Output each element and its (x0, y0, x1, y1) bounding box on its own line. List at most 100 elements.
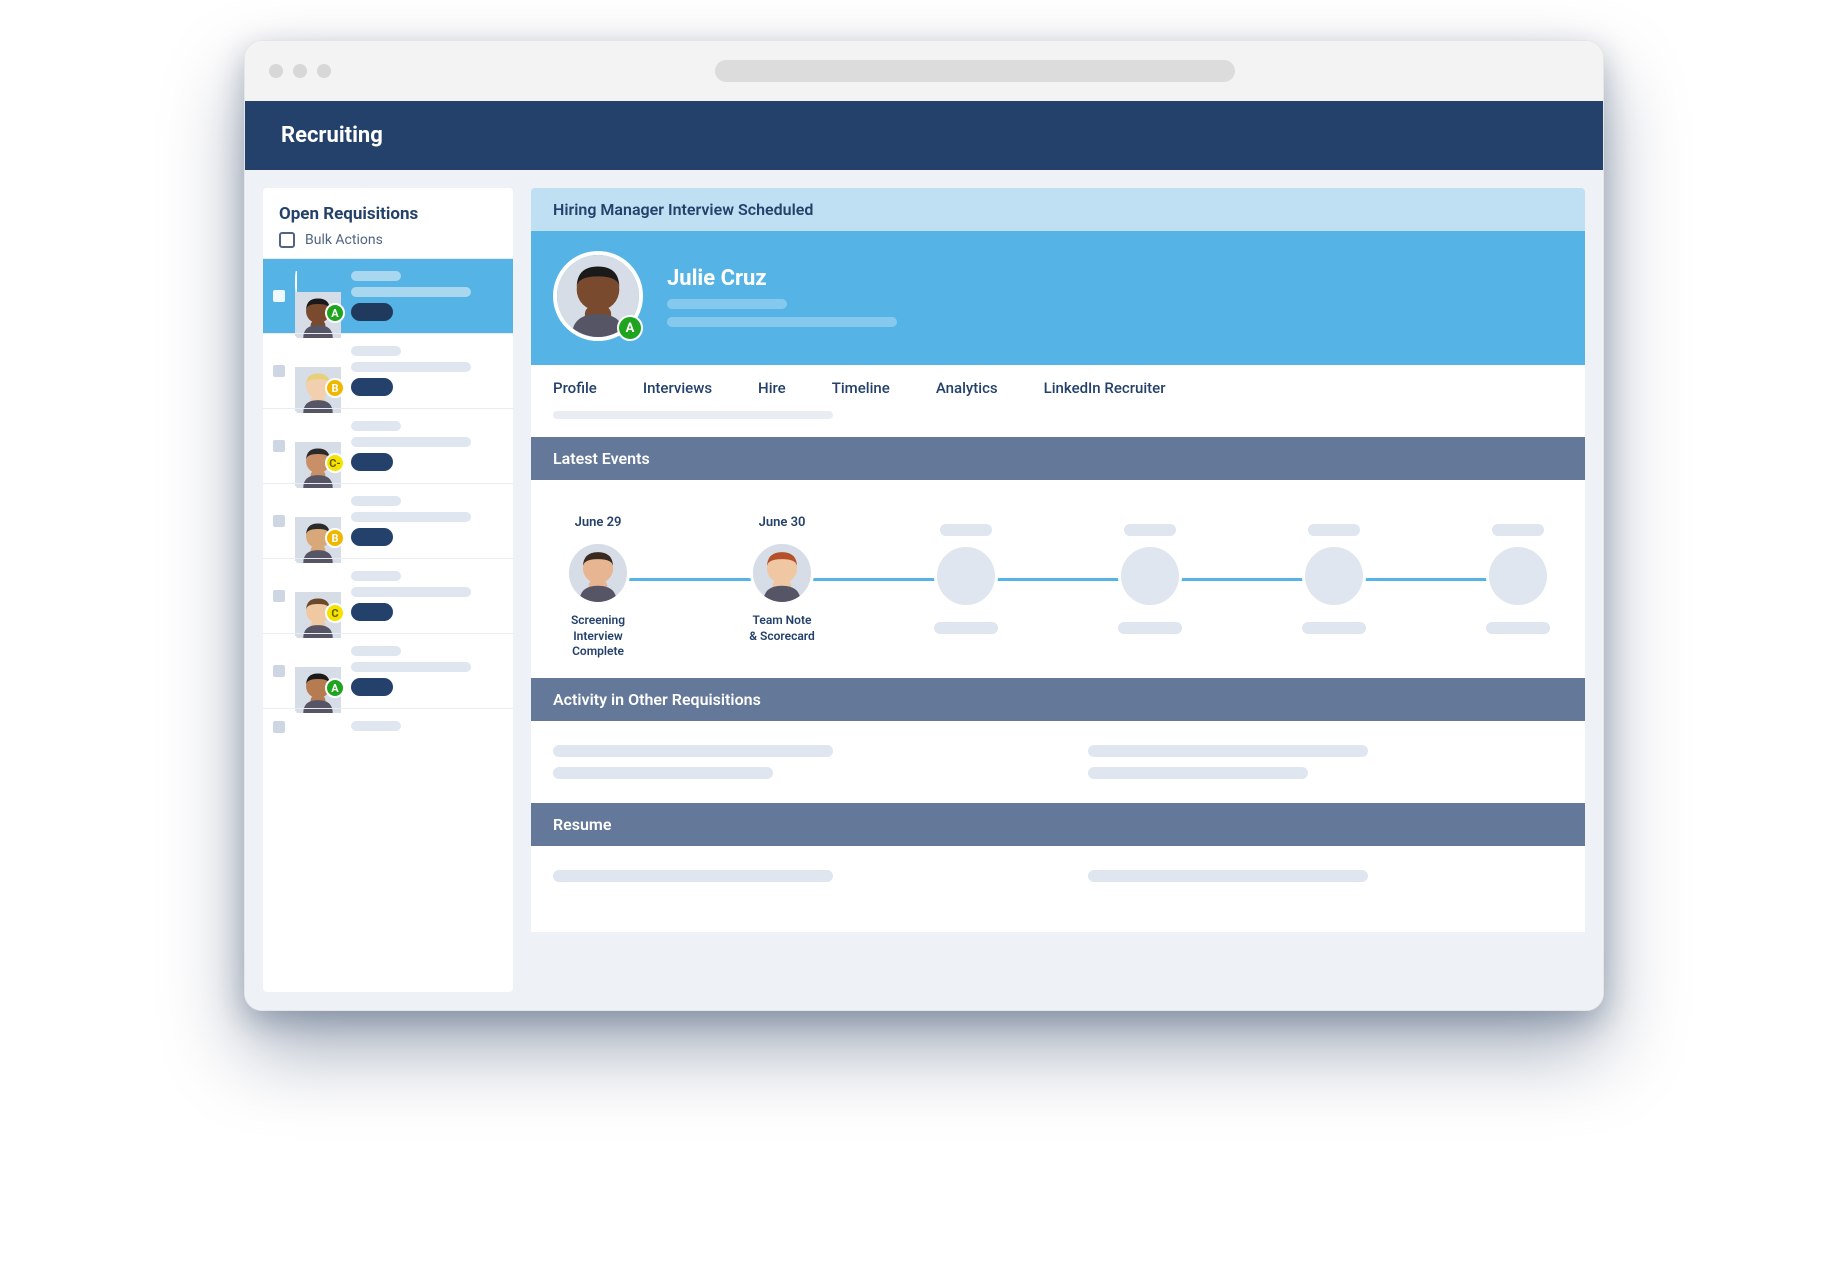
candidate-summary (351, 646, 501, 696)
section-resume-header: Resume (531, 803, 1585, 846)
close-icon[interactable] (269, 64, 283, 78)
placeholder-line (667, 317, 897, 327)
section-latest-events-body: June 29 ScreeningInterview CompleteJune … (531, 480, 1585, 678)
timeline-event[interactable]: June 30 Team Note& Scorecard (737, 511, 827, 647)
event-label-placeholder (1302, 622, 1366, 634)
select-checkbox[interactable] (273, 365, 285, 377)
select-checkbox[interactable] (273, 515, 285, 527)
grade-badge: A (325, 678, 345, 698)
candidate-list-item[interactable]: C- (263, 408, 513, 483)
section-latest-events-header: Latest Events (531, 437, 1585, 480)
event-placeholder-icon (1302, 544, 1366, 608)
checkbox-icon[interactable] (279, 232, 295, 248)
avatar (295, 721, 341, 738)
status-banner: Hiring Manager Interview Scheduled (531, 188, 1585, 231)
select-checkbox[interactable] (273, 665, 285, 677)
timeline-event[interactable]: June 29 ScreeningInterview Complete (553, 511, 643, 647)
tab-interviews[interactable]: Interviews (643, 379, 712, 397)
event-date-placeholder (1492, 524, 1544, 536)
tab-profile[interactable]: Profile (553, 379, 597, 397)
event-placeholder-icon (934, 544, 998, 608)
bulk-actions-label: Bulk Actions (305, 232, 383, 248)
candidate-list: A B C- (263, 258, 513, 992)
app-title: Recruiting (281, 123, 383, 148)
event-avatar (566, 541, 630, 605)
candidate-hero: A Julie Cruz (531, 231, 1585, 365)
status-pill (351, 303, 393, 321)
maximize-icon[interactable] (317, 64, 331, 78)
event-date: June 29 (575, 511, 622, 533)
event-avatar (750, 541, 814, 605)
candidate-summary (351, 421, 501, 471)
candidate-list-item[interactable]: A (263, 258, 513, 333)
candidate-summary (351, 271, 501, 321)
event-placeholder-icon (1118, 544, 1182, 608)
browser-chrome (245, 41, 1603, 101)
select-checkbox[interactable] (273, 440, 285, 452)
timeline-event (1473, 524, 1563, 634)
grade-badge: A (617, 315, 643, 341)
activity-row (553, 745, 1028, 779)
select-checkbox[interactable] (273, 290, 285, 302)
candidate-summary (351, 571, 501, 621)
open-requisitions-sidebar: Open Requisitions Bulk Actions A (263, 188, 513, 992)
status-pill (351, 453, 393, 471)
activity-row (1088, 745, 1563, 779)
app-body: Open Requisitions Bulk Actions A (245, 170, 1603, 1010)
candidate-list-item[interactable] (263, 708, 513, 738)
address-bar[interactable] (715, 60, 1235, 82)
event-date-placeholder (1308, 524, 1360, 536)
status-pill (351, 378, 393, 396)
candidate-list-item[interactable]: C (263, 558, 513, 633)
avatar: B (295, 348, 341, 394)
event-date: June 30 (759, 511, 806, 533)
event-label: ScreeningInterview Complete (553, 613, 643, 647)
candidate-list-item[interactable]: B (263, 483, 513, 558)
tab-timeline[interactable]: Timeline (832, 379, 890, 397)
app-header: Recruiting (245, 101, 1603, 170)
avatar: C- (295, 423, 341, 469)
grade-badge: C- (325, 453, 345, 473)
tabs: Profile Interviews Hire Timeline Analytics Li… (553, 379, 1563, 397)
avatar: B (295, 498, 341, 544)
candidate-meta: Julie Cruz (667, 266, 897, 327)
event-placeholder-icon (1486, 544, 1550, 608)
event-label-placeholder (1118, 622, 1182, 634)
browser-window: Recruiting Open Requisitions Bulk Action… (244, 40, 1604, 1011)
sidebar-title: Open Requisitions (279, 204, 497, 224)
timeline-event (1105, 524, 1195, 634)
event-label-placeholder (1486, 622, 1550, 634)
event-date-placeholder (1124, 524, 1176, 536)
grade-badge: B (325, 378, 345, 398)
events-timeline: June 29 ScreeningInterview CompleteJune … (553, 504, 1563, 654)
avatar: C (295, 573, 341, 619)
tabs-container: Profile Interviews Hire Timeline Analytics Li… (531, 365, 1585, 437)
event-label-placeholder (934, 622, 998, 634)
placeholder-line (553, 411, 833, 419)
window-controls (269, 64, 331, 78)
section-activity-header: Activity in Other Requisitions (531, 678, 1585, 721)
candidate-summary (351, 346, 501, 396)
avatar: A (295, 648, 341, 694)
select-checkbox[interactable] (273, 721, 285, 733)
status-pill (351, 603, 393, 621)
candidate-list-item[interactable]: A (263, 633, 513, 708)
tab-analytics[interactable]: Analytics (936, 379, 998, 397)
sidebar-header: Open Requisitions Bulk Actions (263, 188, 513, 258)
section-resume-body (531, 846, 1585, 932)
status-pill (351, 528, 393, 546)
section-activity-body (531, 721, 1585, 803)
placeholder-line (667, 299, 787, 309)
candidate-list-item[interactable]: B (263, 333, 513, 408)
timeline-event (921, 524, 1011, 634)
grade-badge: A (325, 303, 345, 323)
bulk-actions-toggle[interactable]: Bulk Actions (279, 232, 497, 248)
select-checkbox[interactable] (273, 590, 285, 602)
resume-row (1088, 870, 1563, 892)
tab-linkedin-recruiter[interactable]: LinkedIn Recruiter (1044, 379, 1166, 397)
grade-badge: C (325, 603, 345, 623)
avatar: A (295, 273, 341, 319)
timeline-event (1289, 524, 1379, 634)
tab-hire[interactable]: Hire (758, 379, 786, 397)
minimize-icon[interactable] (293, 64, 307, 78)
